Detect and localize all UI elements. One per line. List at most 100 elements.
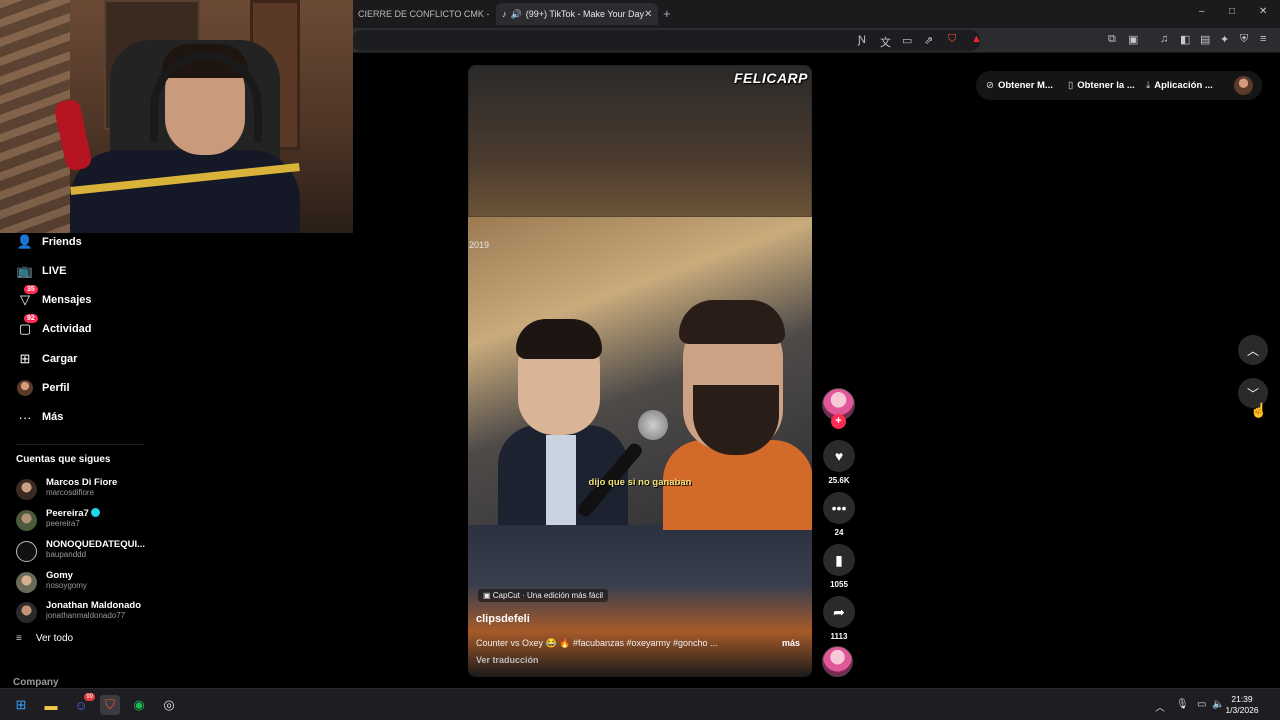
microphone-icon[interactable]: 🎙	[1176, 699, 1189, 710]
left-sidebar: 👤 Friends 📺 LIVE ▽ 35 Mensajes ▢ 92 Acti…	[0, 233, 160, 688]
account-username: baupanddd	[46, 550, 87, 559]
verified-badge-icon	[90, 508, 100, 517]
account-name: Jonathan Maldonado	[46, 600, 141, 611]
microphone-head	[638, 410, 668, 440]
brave-rewards-icon[interactable]: ▲	[971, 33, 982, 45]
close-window-button[interactable]: ✕	[1259, 6, 1267, 17]
heart-icon: ♥	[834, 448, 844, 464]
video-blur-top	[468, 65, 812, 217]
video-author[interactable]: clipsdefeli	[476, 613, 530, 625]
sidebar-item-activity[interactable]: ▢ 92 Actividad	[0, 314, 160, 342]
video-description: Counter vs Oxey 😂 🔥 #facubanzas #oxeyarm…	[476, 638, 718, 648]
account-name: NONOQUEDATEQUI...	[46, 539, 146, 550]
sidebar-item-live[interactable]: 📺 LIVE	[0, 258, 160, 284]
following-account[interactable]: Marcos Di Fiore marcosdifiore	[16, 477, 156, 503]
following-account[interactable]: Jonathan Maldonado jonathanmaldonado77	[16, 600, 156, 626]
music-icon[interactable]: ♫	[1160, 33, 1168, 45]
comment-button[interactable]: •••	[823, 492, 855, 524]
get-app-label: Obtener la ...	[1077, 80, 1135, 91]
new-tab-button[interactable]: +	[663, 6, 671, 21]
user-avatar[interactable]	[1234, 76, 1253, 95]
desktop-app-label: Aplicación ...	[1154, 80, 1213, 91]
chevron-down-icon: ﹀	[1246, 386, 1259, 401]
see-all-link[interactable]: ≡ Ver todo	[16, 633, 73, 644]
get-coins-button[interactable]: ⊘ Obtener M...	[986, 80, 1053, 91]
translate-icon[interactable]: 文	[880, 34, 891, 50]
sidebar-item-label: Actividad	[42, 323, 92, 335]
clock-time: 21:39	[1231, 694, 1253, 704]
video-person-right	[663, 290, 812, 530]
network-icon[interactable]: ▭	[1197, 699, 1206, 710]
tray-overflow-icon[interactable]: ︿	[1155, 699, 1165, 714]
wallet-icon[interactable]: ▣	[1128, 33, 1138, 46]
music-disc-avatar[interactable]	[822, 646, 853, 677]
account-name-text: Peereira7	[46, 508, 89, 519]
activity-badge: 92	[24, 314, 38, 323]
top-right-actions: ⊘ Obtener M... ▯ Obtener la ... ⤓ Aplicació…	[976, 71, 1262, 100]
sidebar-item-label: Perfil	[42, 382, 70, 394]
desktop-app-button[interactable]: ⤓ Aplicación ...	[1146, 80, 1213, 91]
following-account[interactable]: Gomy nosoygomy	[16, 570, 156, 596]
upload-icon: ⊞	[19, 351, 31, 366]
share-icon[interactable]: ⇗	[924, 34, 933, 47]
minimize-button[interactable]: –	[1199, 6, 1205, 17]
windows-start-icon[interactable]: ⊞	[11, 695, 31, 715]
extensions-icon[interactable]: ⧉	[1108, 33, 1116, 46]
tab-tiktok[interactable]: ♪ 🔊 (99+) TikTok - Make Your Day ✕	[496, 3, 658, 25]
get-app-button[interactable]: ▯ Obtener la ...	[1068, 80, 1135, 91]
sidebar-item-label: Más	[42, 411, 64, 423]
share-button[interactable]: ➦	[823, 596, 855, 628]
avatar	[16, 602, 37, 623]
sidebar-item-label: Friends	[42, 236, 82, 248]
get-coins-label: Obtener M...	[997, 80, 1053, 91]
menu-icon[interactable]: ≡	[1260, 33, 1266, 45]
maximize-button[interactable]: □	[1229, 6, 1235, 17]
leo-ai-icon[interactable]: ✦	[1220, 33, 1229, 46]
save-button[interactable]: ▮	[823, 544, 855, 576]
following-account[interactable]: NONOQUEDATEQUI... baupanddd	[16, 539, 156, 565]
account-name: Marcos Di Fiore	[46, 477, 118, 488]
vpn-icon[interactable]: ⛨	[1240, 33, 1248, 46]
previous-video-button[interactable]: ︿	[1238, 335, 1268, 365]
spotify-icon[interactable]: ◉	[129, 695, 149, 715]
address-bar[interactable]: Ɲ 文 ▭ ⇗ ⛉ ▲	[352, 30, 982, 51]
account-username: jonathanmaldonado77	[46, 611, 126, 620]
reader-mode-icon[interactable]: Ɲ	[858, 34, 866, 46]
save-count: 1055	[830, 580, 848, 589]
capcut-tag[interactable]: ▣ CapCut · Una edición más fácil	[478, 589, 609, 602]
speaker-icon[interactable]: 🔊	[511, 9, 522, 20]
taskbar-clock[interactable]: 21:39 1/3/2026	[1222, 694, 1262, 716]
like-button[interactable]: ♥	[823, 440, 855, 472]
file-explorer-icon[interactable]: ▬	[41, 695, 61, 715]
tab-close-icon[interactable]: ✕	[644, 9, 652, 20]
company-link[interactable]: Company	[13, 677, 59, 688]
sidebar-toggle-icon[interactable]: ◧	[1180, 33, 1190, 46]
video-player[interactable]: FELICARP 2019 dijo que si no ganaban ▣ C…	[468, 65, 812, 677]
windows-taskbar: ⊞ ▬ ☺ 99 ⛉ ◉ ◎ ︿ 🎙 ▭ 🔈 21:39 1/3/2026	[0, 688, 1280, 720]
capcut-icon: ▣	[483, 591, 493, 600]
sidebar-item-profile[interactable]: Perfil	[0, 375, 160, 401]
discord-icon[interactable]: ☺ 99	[71, 693, 95, 715]
share-count: 1113	[830, 632, 848, 641]
account-name: Peereira7	[46, 508, 100, 519]
avatar	[16, 572, 37, 593]
brave-browser-icon[interactable]: ⛉	[100, 695, 120, 715]
profile-avatar	[17, 380, 33, 396]
following-account[interactable]: Peereira7 peereira7	[16, 508, 156, 534]
tab-cierre-conflicto[interactable]: CIERRE DE CONFLICTO CMK - SHARI	[352, 3, 490, 25]
cast-icon[interactable]: ▭	[902, 34, 912, 47]
follow-button[interactable]: +	[831, 414, 846, 429]
sidebar-item-more[interactable]: ··· Más	[0, 404, 160, 430]
avatar	[16, 510, 37, 531]
coin-icon: ⊘	[986, 80, 994, 91]
translate-link[interactable]: Ver traducción	[476, 655, 539, 665]
wallet-card-icon[interactable]: ▤	[1200, 33, 1210, 46]
description-more-button[interactable]: más	[782, 638, 800, 648]
account-username: marcosdifiore	[46, 488, 95, 497]
brave-shields-icon[interactable]: ⛉	[948, 33, 956, 46]
see-all-label: Ver todo	[35, 633, 74, 644]
obs-icon[interactable]: ◎	[159, 695, 179, 715]
comment-icon: •••	[831, 500, 847, 516]
sidebar-item-messages[interactable]: ▽ 35 Mensajes	[0, 285, 160, 313]
sidebar-item-upload[interactable]: ⊞ Cargar	[0, 346, 160, 372]
